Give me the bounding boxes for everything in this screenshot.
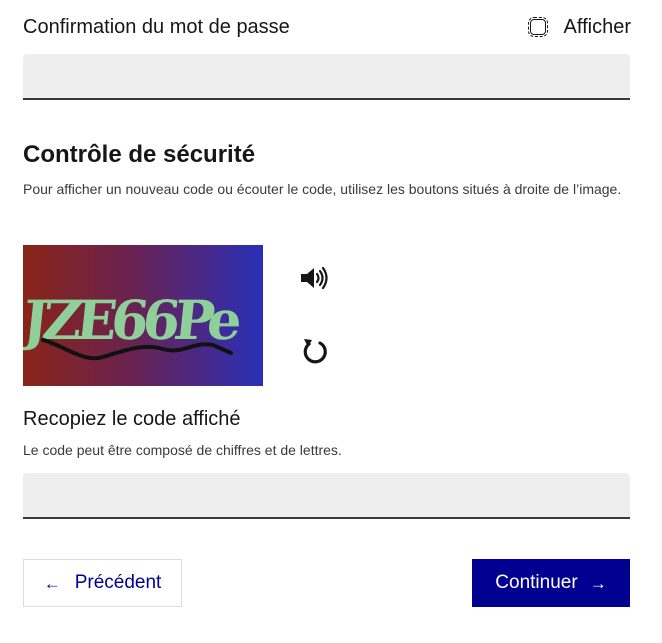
show-password-toggle[interactable]: Afficher <box>527 15 631 39</box>
continue-button[interactable]: Continuer → <box>472 559 630 607</box>
captcha-code-input[interactable] <box>23 473 630 519</box>
continue-button-label: Continuer <box>495 572 578 593</box>
arrow-left-icon: ← <box>43 573 61 593</box>
show-password-label[interactable]: Afficher <box>564 15 631 39</box>
password-confirm-input[interactable] <box>23 54 630 100</box>
code-input-hint: Le code peut être composé de chiffres et… <box>23 442 342 458</box>
previous-button[interactable]: ← Précédent <box>23 559 182 607</box>
arrow-right-icon: → <box>589 573 607 593</box>
captcha-audio-button[interactable] <box>296 260 332 296</box>
security-help-text: Pour afficher un nouveau code ou écouter… <box>23 181 622 197</box>
show-password-checkbox[interactable] <box>527 17 548 37</box>
captcha-refresh-button[interactable] <box>296 333 332 369</box>
security-check-page: Confirmation du mot de passe Afficher Co… <box>0 0 662 643</box>
code-input-label: Recopiez le code affiché <box>23 408 241 430</box>
previous-button-label: Précédent <box>74 572 162 593</box>
captcha-image: JZE66Pe <box>23 245 263 386</box>
security-section-title: Contrôle de sécurité <box>23 141 256 168</box>
captcha-code-text: JZE66Pe <box>23 288 243 352</box>
refresh-icon <box>303 339 327 364</box>
password-confirm-label: Confirmation du mot de passe <box>23 16 290 38</box>
speaker-icon <box>301 266 328 290</box>
